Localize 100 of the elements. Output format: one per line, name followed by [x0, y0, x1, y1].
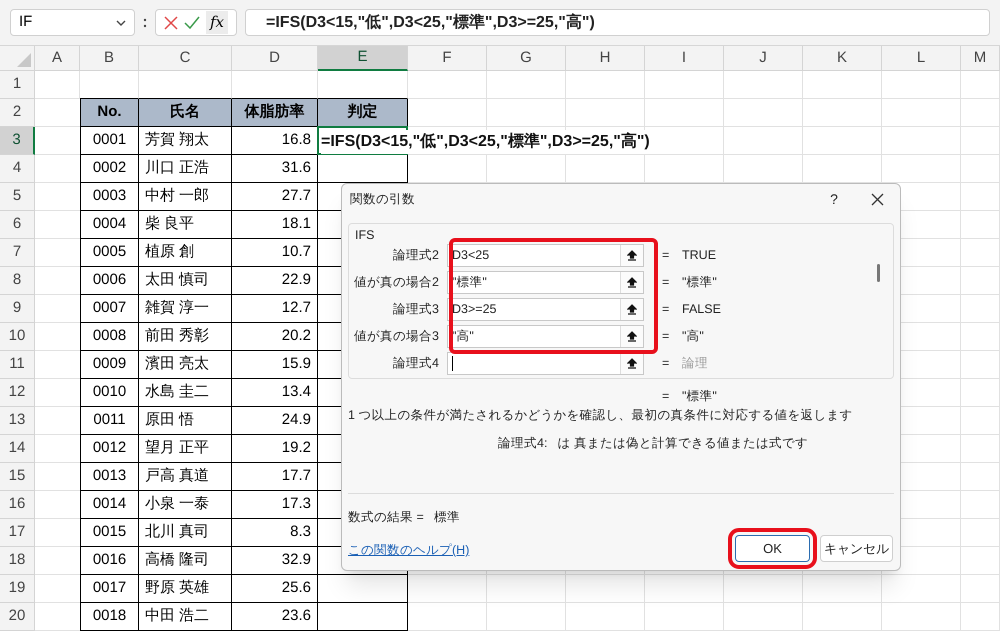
column-header[interactable]: J: [724, 46, 803, 71]
dialog-title: 関数の引数: [350, 190, 416, 208]
more-icon[interactable]: [143, 16, 147, 28]
empty-cell: [961, 603, 1000, 631]
table-cell: 中村 一郎: [139, 183, 232, 211]
table-cell: 18.1: [232, 211, 318, 239]
empty-cell: [961, 379, 1000, 407]
row-header[interactable]: 18: [0, 547, 35, 575]
help-button[interactable]: ?: [814, 184, 854, 214]
name-box[interactable]: IF: [10, 9, 135, 36]
table-cell: 13.4: [232, 379, 318, 407]
column-header[interactable]: G: [487, 46, 566, 71]
equals-sign: =: [662, 355, 670, 372]
column-header[interactable]: M: [961, 46, 1000, 71]
column-header[interactable]: K: [803, 46, 882, 71]
table-cell: 0013: [80, 463, 139, 491]
function-description: 1 つ以上の条件が満たされるかどうかを確認し、最初の真条件に対応する値を返します: [348, 407, 852, 424]
equals-sign: =: [662, 388, 670, 405]
collapse-button[interactable]: [620, 353, 643, 374]
column-header[interactable]: C: [139, 46, 232, 71]
row-header[interactable]: 3: [0, 127, 35, 155]
table-cell: 太田 慎司: [139, 267, 232, 295]
collapse-button[interactable]: [620, 326, 643, 347]
column-header[interactable]: I: [645, 46, 724, 71]
table-cell: 0017: [80, 575, 139, 603]
column-header[interactable]: B: [80, 46, 139, 71]
column-header[interactable]: E: [318, 46, 408, 71]
table-cell: 0009: [80, 351, 139, 379]
row-header[interactable]: 13: [0, 407, 35, 435]
collapse-button[interactable]: [620, 272, 643, 293]
table-cell: 15.9: [232, 351, 318, 379]
table-cell: 望月 正平: [139, 435, 232, 463]
argument-field[interactable]: D3<25: [447, 244, 644, 267]
text-cursor: [452, 356, 453, 372]
row-header[interactable]: 10: [0, 323, 35, 351]
row-header[interactable]: 4: [0, 155, 35, 183]
table-header-cell: 判定: [318, 99, 408, 127]
row-header[interactable]: 6: [0, 211, 35, 239]
empty-cell: [961, 463, 1000, 491]
help-link[interactable]: この関数のヘルプ(H): [348, 541, 470, 560]
table-cell: 0008: [80, 323, 139, 351]
row-header[interactable]: 2: [0, 99, 35, 127]
argument-description: は 真または偽と計算できる値または式です: [557, 435, 808, 452]
table-cell: 0015: [80, 519, 139, 547]
table-cell: 23.6: [232, 603, 318, 631]
row-header[interactable]: 7: [0, 239, 35, 267]
table-cell: 27.7: [232, 183, 318, 211]
argument-field[interactable]: D3>=25: [447, 298, 644, 321]
table-cell: 12.7: [232, 295, 318, 323]
row-header[interactable]: 20: [0, 603, 35, 631]
row-header[interactable]: 19: [0, 575, 35, 603]
row-header[interactable]: 1: [0, 71, 35, 99]
column-header[interactable]: D: [232, 46, 318, 71]
row-header[interactable]: 8: [0, 267, 35, 295]
table-cell: 0010: [80, 379, 139, 407]
cancel-icon[interactable]: [164, 16, 178, 30]
row-header[interactable]: 15: [0, 463, 35, 491]
collapse-button[interactable]: [620, 299, 643, 320]
table-cell: 北川 真司: [139, 519, 232, 547]
table-cell: 川口 正浩: [139, 155, 232, 183]
column-header[interactable]: A: [35, 46, 80, 71]
check-icon[interactable]: [184, 16, 200, 30]
overall-result: "標準": [682, 388, 717, 405]
table-cell: 8.3: [232, 519, 318, 547]
row-header[interactable]: 9: [0, 295, 35, 323]
empty-cell: [961, 183, 1000, 211]
table-cell: 濱田 亮太: [139, 351, 232, 379]
collapse-button[interactable]: [620, 245, 643, 266]
upload-arrow-icon: [627, 358, 637, 369]
table-cell: 0007: [80, 295, 139, 323]
argument-field[interactable]: [447, 352, 644, 375]
column-header[interactable]: H: [566, 46, 645, 71]
column-header[interactable]: F: [408, 46, 487, 71]
table-cell: 25.6: [232, 575, 318, 603]
table-cell: 原田 悟: [139, 407, 232, 435]
empty-cell: [961, 127, 1000, 155]
empty-cell: [961, 519, 1000, 547]
equals-sign: =: [662, 328, 670, 346]
insert-function-button[interactable]: fx: [206, 11, 228, 34]
table-cell: 0018: [80, 603, 139, 631]
dialog-button[interactable]: キャンセル: [820, 535, 893, 562]
table-cell: 0002: [80, 155, 139, 183]
row-header[interactable]: 11: [0, 351, 35, 379]
row-header[interactable]: 5: [0, 183, 35, 211]
row-header[interactable]: 14: [0, 435, 35, 463]
table-cell: 0014: [80, 491, 139, 519]
argument-label: 論理式4: [392, 355, 440, 372]
scrollbar-thumb[interactable]: [877, 264, 880, 282]
empty-cell: [961, 407, 1000, 435]
table-cell: 0006: [80, 267, 139, 295]
row-header[interactable]: 16: [0, 491, 35, 519]
row-header[interactable]: 17: [0, 519, 35, 547]
empty-cell: [961, 211, 1000, 239]
formula-field[interactable]: =IFS(D3<15,"低",D3<25,"標準",D3>=25,"高"): [245, 9, 990, 36]
row-header[interactable]: 12: [0, 379, 35, 407]
argument-result: "高": [682, 328, 704, 346]
equals-sign: =: [662, 274, 670, 292]
empty-cell: [961, 71, 1000, 99]
equals-sign: =: [662, 301, 670, 318]
column-header[interactable]: L: [882, 46, 961, 71]
